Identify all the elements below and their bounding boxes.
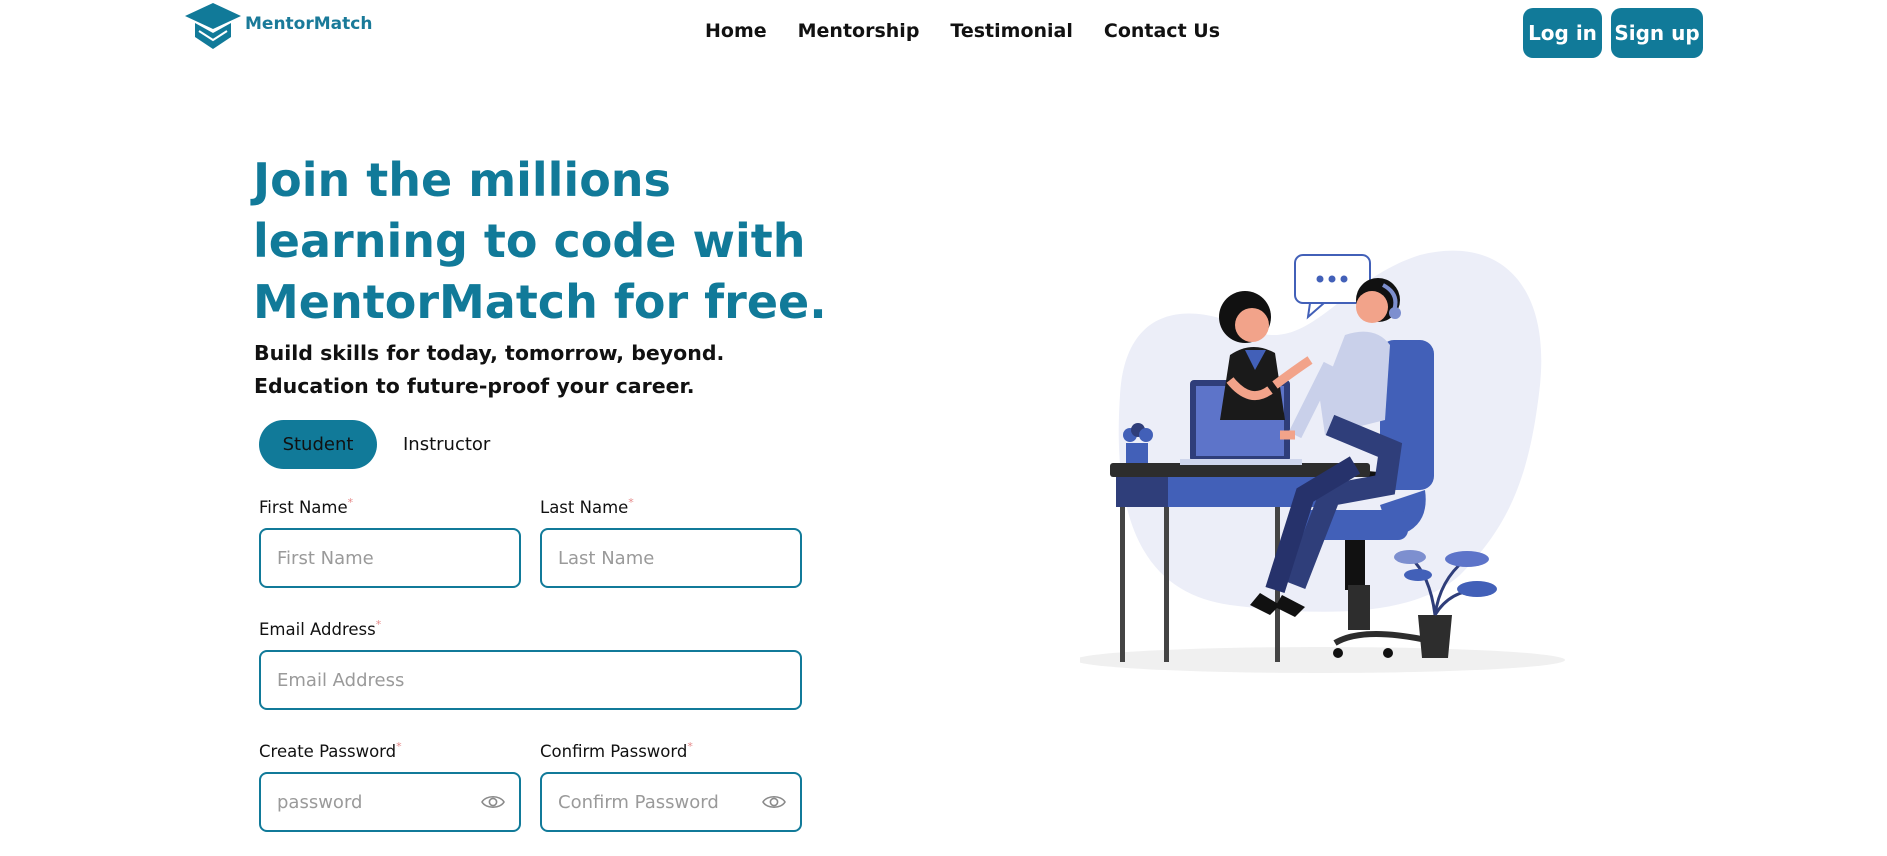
login-button[interactable]: Log in <box>1523 8 1602 58</box>
required-mark: * <box>628 496 634 509</box>
hero-title-line: learning to code with <box>253 214 806 268</box>
eye-icon[interactable] <box>762 793 786 811</box>
brand-logo[interactable]: MentorMatch <box>183 1 372 51</box>
eye-icon[interactable] <box>481 793 505 811</box>
nav-contact-link[interactable]: Contact Us <box>1104 20 1220 42</box>
brand-name: MentorMatch <box>245 14 373 34</box>
main-nav: Home Mentorship Testimonial Contact Us <box>705 20 1251 42</box>
password-label-text: Create Password <box>259 742 397 761</box>
required-mark: * <box>687 740 693 753</box>
email-field-wrapper <box>259 650 802 710</box>
confirm-password-label-text: Confirm Password <box>540 742 688 761</box>
mentoring-illustration <box>1080 250 1565 673</box>
email-input[interactable] <box>261 652 800 708</box>
hero-subtitle-line: Build skills for today, tomorrow, beyond… <box>254 341 725 365</box>
tab-student[interactable]: Student <box>259 420 377 469</box>
first-name-field-wrapper <box>259 528 521 588</box>
tab-instructor[interactable]: Instructor <box>403 434 490 455</box>
signup-button[interactable]: Sign up <box>1611 8 1703 58</box>
confirm-password-field-wrapper <box>540 772 802 832</box>
first-name-input[interactable] <box>261 530 519 586</box>
hero-title-line: MentorMatch for free. <box>253 275 827 329</box>
hero-title-line: Join the millions <box>253 153 671 207</box>
required-mark: * <box>396 740 402 753</box>
password-field-wrapper <box>259 772 521 832</box>
hero-subtitle-line: Education to future-proof your career. <box>254 374 695 398</box>
site-header: MentorMatch Home Mentorship Testimonial … <box>0 0 1887 68</box>
nav-home-link[interactable]: Home <box>705 20 767 42</box>
email-label-text: Email Address <box>259 620 376 639</box>
confirm-password-label: Confirm Password* <box>540 740 693 761</box>
email-label: Email Address* <box>259 618 382 639</box>
nav-mentorship-link[interactable]: Mentorship <box>798 20 920 42</box>
last-name-label: Last Name* <box>540 496 634 517</box>
password-label: Create Password* <box>259 740 402 761</box>
last-name-input[interactable] <box>542 530 800 586</box>
graduation-cap-icon <box>185 3 241 49</box>
first-name-label: First Name* <box>259 496 354 517</box>
first-name-label-text: First Name <box>259 498 348 517</box>
required-mark: * <box>375 618 382 631</box>
nav-testimonial-link[interactable]: Testimonial <box>950 20 1072 42</box>
last-name-field-wrapper <box>540 528 802 588</box>
role-tabs: Student Instructor <box>259 420 490 469</box>
required-mark: * <box>347 496 354 509</box>
last-name-label-text: Last Name <box>540 498 629 517</box>
hero-title: Join the millions learning to code with … <box>253 150 873 333</box>
